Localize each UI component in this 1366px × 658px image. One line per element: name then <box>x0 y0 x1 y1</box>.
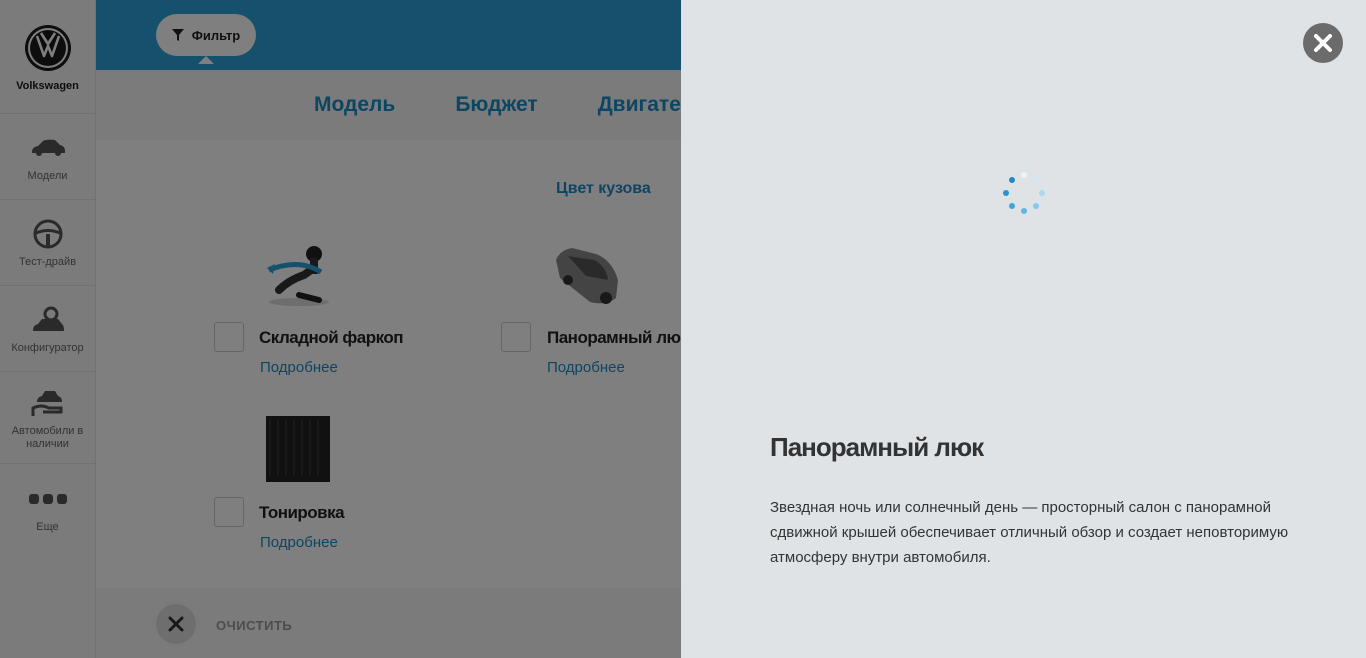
panel-description: Звездная ночь или солнечный день — прост… <box>770 499 1289 566</box>
panel-close-button[interactable] <box>1303 23 1343 63</box>
modal-backdrop[interactable] <box>0 0 681 658</box>
panel-title: Панорамный люк <box>770 432 984 462</box>
close-icon <box>1314 34 1332 52</box>
option-detail-panel: Панорамный люк Звездная ночь или солнечн… <box>681 0 1366 658</box>
loading-spinner-icon <box>1003 172 1045 214</box>
